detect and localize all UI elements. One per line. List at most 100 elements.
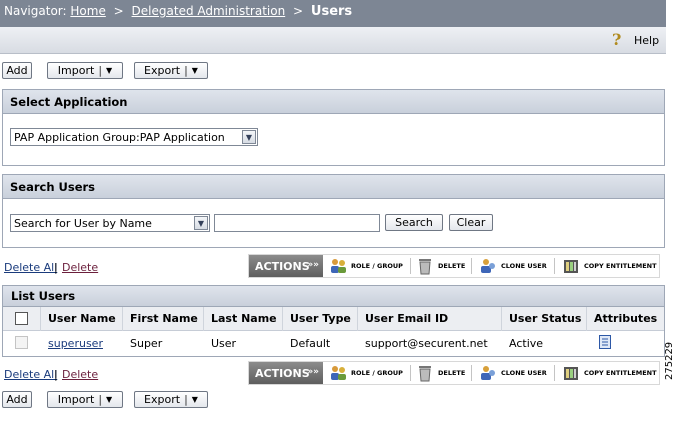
delete-all-link[interactable]: Delete All [4, 261, 57, 274]
table-header: User Name First Name Last Name User Type… [3, 307, 664, 331]
actions-bar: ACTIONS»» ROLE / GROUP DELETE CLONE USER… [248, 254, 660, 278]
copy-entitlement-label: COPY ENTITLEMENT [584, 262, 657, 270]
clone-user-label: CLONE USER [501, 369, 547, 377]
delete-action[interactable]: DELETE [416, 362, 465, 384]
navigator-label: Navigator: [4, 4, 67, 18]
delete-action-label: DELETE [438, 369, 466, 377]
copy-entitlement-action[interactable]: COPY ENTITLEMENT [562, 362, 657, 384]
search-users-panel: Search Users Search for User by Name ▼ S… [2, 174, 665, 248]
search-mode-select[interactable]: Search for User by Name ▼ [10, 214, 210, 232]
copy-entitlement-label: COPY ENTITLEMENT [584, 369, 657, 377]
cell-attributes [587, 332, 664, 356]
delete-action[interactable]: DELETE [416, 255, 465, 277]
add-button[interactable]: Add [2, 62, 32, 79]
search-button[interactable]: Search [385, 214, 443, 231]
trash-icon [416, 257, 434, 275]
clear-button-label: Clear [456, 216, 486, 229]
application-select[interactable]: PAP Application Group:PAP Application ▼ [10, 128, 258, 146]
cell-user-type: Default [290, 337, 331, 350]
column-last-name[interactable]: Last Name [204, 307, 283, 331]
export-button[interactable]: Export | ▼ [134, 62, 208, 79]
copy-entitlement-icon [562, 257, 580, 275]
attributes-icon[interactable] [599, 335, 611, 352]
row-select-cell [3, 332, 41, 356]
help-link[interactable]: Help [634, 34, 659, 47]
delete-link[interactable]: Delete [62, 261, 98, 274]
user-name-link[interactable]: superuser [48, 337, 103, 350]
search-users-title: Search Users [3, 175, 664, 199]
chevron-down-icon[interactable]: ▼ [242, 130, 256, 144]
chevron-down-icon: ▼ [191, 395, 198, 404]
role-group-label: ROLE / GROUP [351, 369, 403, 377]
clone-user-label: CLONE USER [501, 262, 547, 270]
link-separator: | [54, 261, 58, 274]
copy-entitlement-icon [562, 364, 580, 382]
chevron-down-icon: ▼ [106, 66, 113, 75]
import-button-label: Import [57, 393, 95, 406]
export-button-bottom[interactable]: Export | ▼ [134, 391, 208, 408]
link-separator: | [54, 368, 58, 381]
add-button-bottom[interactable]: Add [2, 391, 32, 408]
role-group-action[interactable]: ROLE / GROUP [329, 255, 403, 277]
import-button[interactable]: Import | ▼ [47, 62, 123, 79]
clone-user-icon [479, 364, 497, 382]
column-user-status[interactable]: User Status [502, 307, 587, 331]
breadcrumb-home[interactable]: Home [70, 4, 105, 18]
navigator-bar: Navigator: Home > Delegated Administrati… [0, 0, 666, 27]
breadcrumb-separator: > [293, 4, 304, 18]
clone-user-icon [479, 257, 497, 275]
breadcrumb-separator: > [113, 4, 124, 18]
column-attributes: Attributes [594, 312, 658, 325]
list-users-panel: List Users User Name First Name Last Nam… [2, 285, 665, 357]
export-button-label: Export [144, 64, 181, 77]
role-group-label: ROLE / GROUP [351, 262, 403, 270]
role-group-icon [329, 364, 347, 382]
chevron-down-icon: ▼ [106, 395, 113, 404]
page-title: Users [310, 4, 353, 19]
cell-last-name: User [211, 337, 237, 350]
cell-first-name: Super [130, 337, 163, 350]
double-chevron-right-icon: »» [307, 367, 319, 377]
column-user-type[interactable]: User Type [283, 307, 358, 331]
column-user-name[interactable]: User Name [41, 307, 123, 331]
help-bar: ? Help [0, 27, 666, 54]
search-button-label: Search [395, 216, 433, 229]
help-icon[interactable]: ? [612, 31, 628, 49]
figure-id: 275229 [664, 341, 675, 380]
row-checkbox[interactable] [15, 336, 28, 349]
trash-icon [416, 364, 434, 382]
delete-action-label: DELETE [438, 262, 466, 270]
double-chevron-right-icon: »» [307, 260, 319, 270]
actions-label: ACTIONS»» [249, 362, 323, 384]
cell-user-name: superuser [41, 332, 123, 356]
search-input[interactable] [214, 214, 380, 232]
role-group-icon [329, 257, 347, 275]
copy-entitlement-action[interactable]: COPY ENTITLEMENT [562, 255, 657, 277]
import-button-label: Import [57, 64, 95, 77]
delete-all-link-bottom[interactable]: Delete All [4, 368, 57, 381]
chevron-down-icon[interactable]: ▼ [194, 216, 208, 230]
clone-user-action[interactable]: CLONE USER [479, 255, 547, 277]
actions-bar-bottom: ACTIONS»» ROLE / GROUP DELETE CLONE USER… [248, 361, 660, 385]
chevron-down-icon: ▼ [191, 66, 198, 75]
cell-user-email: support@securent.net [365, 337, 488, 350]
list-users-title: List Users [3, 286, 664, 307]
application-select-value: PAP Application Group:PAP Application [14, 131, 225, 144]
actions-label: ACTIONS»» [249, 255, 323, 277]
clone-user-action[interactable]: CLONE USER [479, 362, 547, 384]
breadcrumb-delegated-admin[interactable]: Delegated Administration [132, 4, 286, 18]
add-button-label: Add [6, 64, 28, 77]
column-first-name[interactable]: First Name [123, 307, 204, 331]
search-mode-value: Search for User by Name [14, 217, 152, 230]
select-all-checkbox[interactable] [15, 312, 28, 325]
select-application-panel: Select Application PAP Application Group… [2, 89, 665, 166]
cell-user-status: Active [509, 337, 544, 350]
delete-link-bottom[interactable]: Delete [62, 368, 98, 381]
select-all-header [3, 307, 41, 331]
role-group-action[interactable]: ROLE / GROUP [329, 362, 403, 384]
add-button-label: Add [6, 393, 28, 406]
import-button-bottom[interactable]: Import | ▼ [47, 391, 123, 408]
column-user-email[interactable]: User Email ID [358, 307, 502, 331]
select-application-title: Select Application [3, 90, 664, 114]
clear-button[interactable]: Clear [449, 214, 493, 231]
